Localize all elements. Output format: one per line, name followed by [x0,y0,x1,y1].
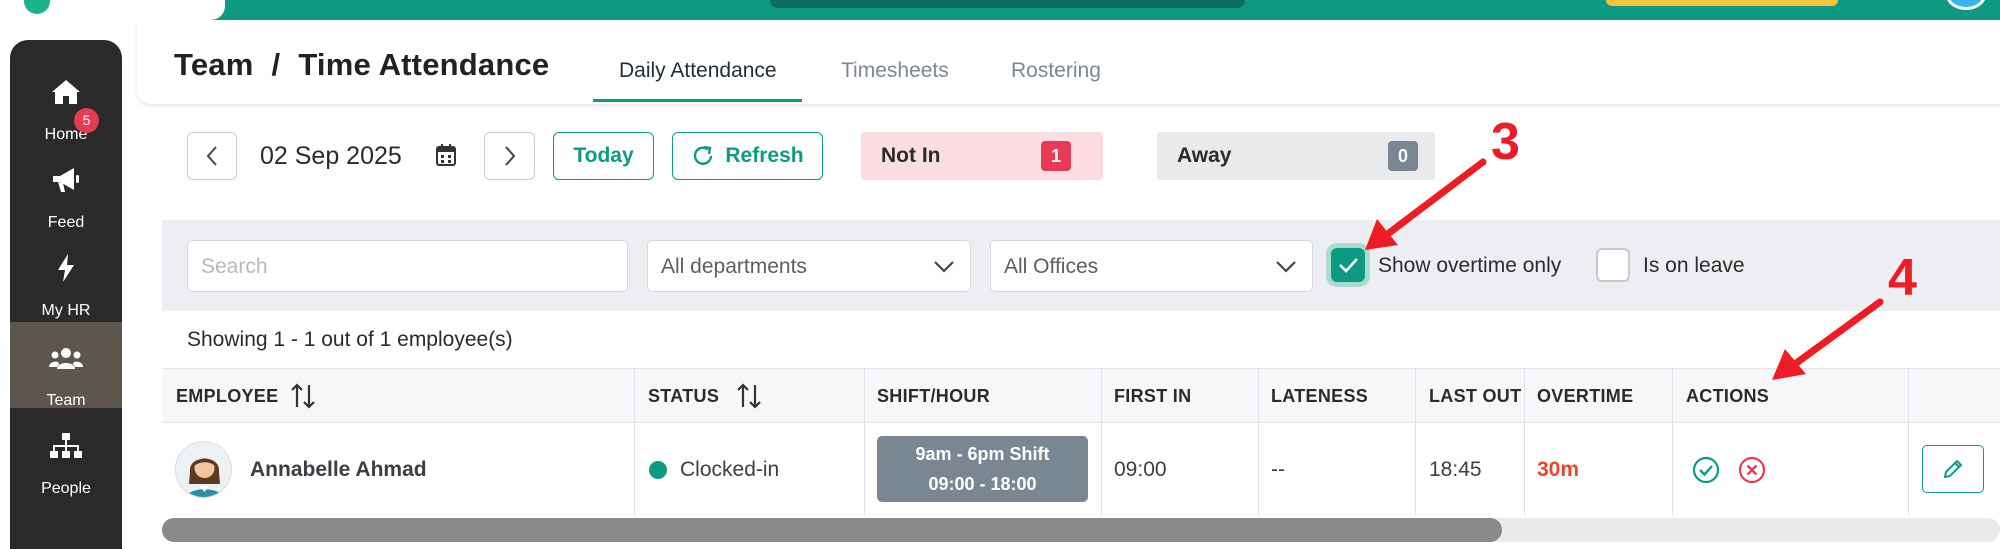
annotation-number-3: 3 [1491,113,1520,171]
annotation-arrow-4 [1791,298,1884,368]
annotation-arrowhead-4 [1772,349,1806,380]
annotation-layer [1365,158,1884,380]
annotation-number-4: 4 [1888,249,1917,307]
annotation-arrowhead-3 [1365,219,1398,250]
annotation-arrow-3 [1381,158,1487,240]
